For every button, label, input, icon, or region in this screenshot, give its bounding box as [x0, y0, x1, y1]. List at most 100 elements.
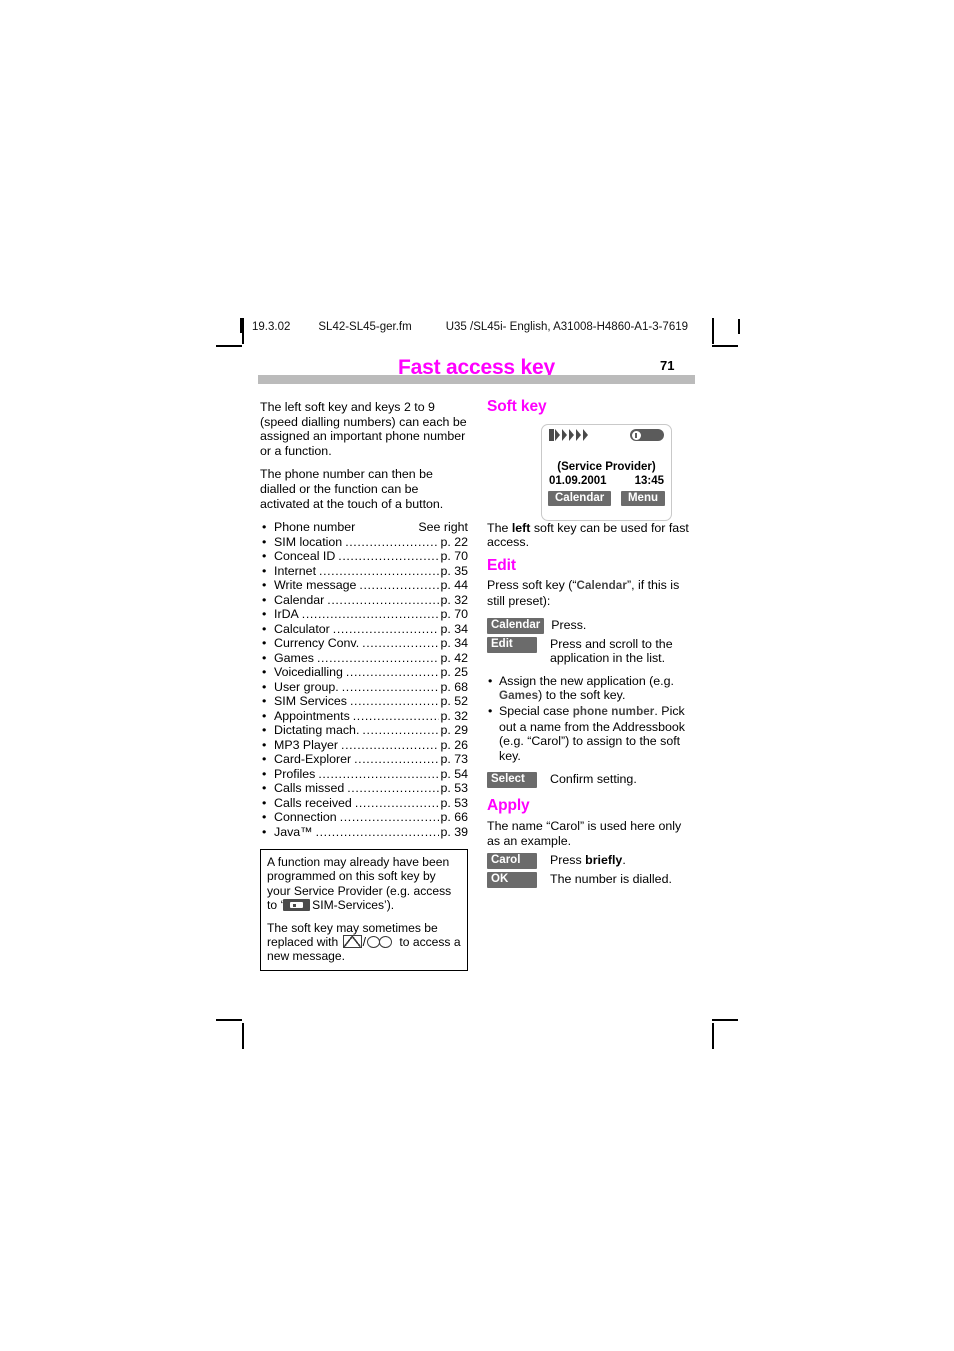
leader-dots: ........................................… — [352, 708, 440, 723]
list-item-page: p. 32 — [440, 592, 468, 607]
softkey-cap-calendar[interactable]: Calendar — [487, 617, 545, 634]
list-item: • Calendar...............................… — [260, 593, 468, 608]
soft-key-intro: The left soft key can be used for fast a… — [487, 521, 695, 550]
section-heading-edit: Edit — [487, 556, 516, 574]
list-item-label: Java™ — [274, 824, 313, 839]
key-row-edit[interactable]: Edit Press and scroll to the application… — [487, 636, 695, 666]
bullet-glyph: • — [262, 708, 267, 723]
list-item-page: See right — [418, 520, 468, 535]
phone-provider-label: (Service Provider) — [557, 461, 656, 473]
list-item-label: Card-Explorer — [274, 752, 352, 767]
bullet-glyph: • — [262, 766, 267, 781]
note-text-1b: SIM-Services’). — [312, 898, 395, 913]
edit-bullet-2a: Special case — [499, 703, 573, 718]
list-item-page: p. 44 — [440, 578, 468, 593]
list-item-row: Dictating mach..........................… — [274, 723, 468, 738]
voicemail-icon — [367, 936, 395, 949]
phone-time: 13:45 — [634, 475, 664, 487]
list-item-row: Java™...................................… — [274, 825, 468, 840]
leader-dots: ........................................… — [362, 723, 440, 738]
list-item-row: Calendar................................… — [274, 593, 468, 608]
bullet-glyph: • — [262, 694, 267, 709]
list-item-label: Conceal ID — [274, 549, 336, 564]
left-column: The left soft key and keys 2 to 9 (speed… — [260, 400, 468, 839]
key-row-ok[interactable]: OK The number is dialled. — [487, 872, 695, 889]
key-row-carol[interactable]: Carol Press briefly. — [487, 853, 695, 870]
list-item-label: Voicedialling — [274, 665, 343, 680]
list-item-row: Write message...........................… — [274, 578, 468, 593]
bullet-glyph: • — [488, 703, 493, 718]
bullet-glyph: • — [262, 520, 267, 535]
leader-dots: ........................................… — [338, 549, 440, 564]
leader-dots: ........................................… — [332, 621, 440, 636]
list-item-label: Calls received — [274, 795, 352, 810]
edit-intro: Press soft key (“Calendar”, if this is s… — [487, 578, 695, 608]
list-item-row: SIM location............................… — [274, 535, 468, 550]
list-item-row: Currency Conv...........................… — [274, 636, 468, 651]
edit-bullet-2: • Special case phone number. Pick out a n… — [487, 704, 695, 763]
leader-dots: ........................................… — [319, 563, 439, 578]
note-paragraph-2: The soft key may sometimes be replaced w… — [267, 921, 461, 964]
list-item-row: Calls missed............................… — [274, 781, 468, 796]
list-item-row: Conceal ID..............................… — [274, 549, 468, 564]
key-row-carol-text-a: Press — [550, 853, 586, 868]
softkey-cap-select[interactable]: Select — [487, 772, 537, 789]
phone-left-softkey[interactable]: Calendar — [548, 491, 612, 506]
leader-dots: ........................................… — [339, 810, 440, 825]
list-item-page: p. 70 — [440, 607, 468, 622]
list-item-label: Calls missed — [274, 781, 345, 796]
crop-mark-bottom-right-v — [712, 1023, 714, 1049]
list-item: • User group.............................… — [260, 680, 468, 695]
crop-mark-bottom-right — [712, 1019, 738, 1021]
edit-intro-a: Press soft key (“ — [487, 578, 577, 593]
fast-access-function-list: • Phone number See right • SIM location.....… — [260, 520, 468, 839]
softkey-cap-ok[interactable]: OK — [487, 872, 537, 889]
leader-dots: ........................................… — [354, 795, 440, 810]
list-item: • Dictating mach.........................… — [260, 723, 468, 738]
softkey-cap-edit[interactable]: Edit — [487, 636, 537, 653]
phone-display-mockup: (Service Provider) 01.09.2001 13:45 Cale… — [541, 424, 672, 521]
list-item: • Appointments...........................… — [260, 709, 468, 724]
list-item-row: MP3 Player..............................… — [274, 738, 468, 753]
bullet-glyph: • — [262, 781, 267, 796]
list-item: • Currency Conv..........................… — [260, 636, 468, 651]
envelope-icon — [342, 935, 362, 949]
list-item-label: Profiles — [274, 766, 316, 781]
list-item-label: SIM Services — [274, 694, 347, 709]
phone-date-time: 01.09.2001 13:45 — [542, 475, 671, 487]
list-item-row: Calls received..........................… — [274, 796, 468, 811]
list-item-page: p. 25 — [440, 665, 468, 680]
list-item-label: Connection — [274, 810, 337, 825]
list-item-page: p. 70 — [440, 549, 468, 564]
list-item-label: Games — [274, 650, 314, 665]
edit-bullet-1a: Assign the new application (e.g. — [499, 673, 674, 688]
phone-right-softkey[interactable]: Menu — [620, 491, 665, 506]
key-row-select[interactable]: Select Confirm setting. — [487, 772, 695, 789]
softkey-cap-carol[interactable]: Carol — [487, 853, 537, 870]
list-item: • Conceal ID.............................… — [260, 549, 468, 564]
list-item: • IrDA...................................… — [260, 607, 468, 622]
key-row-calendar[interactable]: Calendar Press. — [487, 617, 695, 634]
leader-dots: ........................................… — [354, 752, 440, 767]
list-item-row: Appointments............................… — [274, 709, 468, 724]
print-header: 19.3.02 SL42-SL45-ger.fm U35 /SL45i- Engli… — [240, 318, 740, 336]
note-icon-separator: / — [362, 935, 367, 950]
phone-status-bar — [542, 425, 671, 443]
leader-dots: ........................................… — [318, 766, 440, 781]
list-item-row: Internet................................… — [274, 564, 468, 579]
key-row-calendar-text: Press. — [551, 617, 587, 632]
list-item: • Internet...............................… — [260, 564, 468, 579]
list-item-label: Write message — [274, 578, 357, 593]
bullet-glyph: • — [262, 679, 267, 694]
edit-bullet-1-ui: Games — [499, 689, 539, 703]
list-item-row: Connection..............................… — [274, 810, 468, 825]
list-item-page: p. 73 — [440, 752, 468, 767]
edit-intro-ui: Calendar — [576, 579, 627, 593]
list-item-page: p. 39 — [440, 824, 468, 839]
apply-intro: The name “Carol” is used here only as an… — [487, 818, 682, 848]
list-item-label: IrDA — [274, 607, 299, 622]
phone-date: 01.09.2001 — [549, 475, 607, 487]
list-item-label: User group. — [274, 679, 339, 694]
list-item-label: Phone number — [274, 520, 356, 535]
key-row-edit-text: Press and scroll to the application in t… — [550, 636, 673, 666]
